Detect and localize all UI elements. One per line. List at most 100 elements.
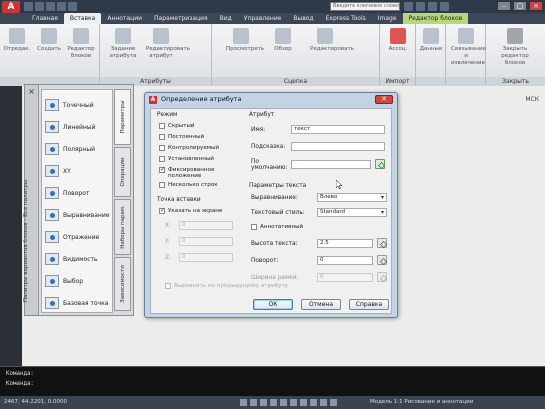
specify-on-screen-checkbox[interactable] [159,207,165,214]
lineweight-icon[interactable] [320,399,327,406]
ribbon-create-button[interactable]: Создать [34,28,64,53]
undo-icon[interactable] [57,2,66,11]
palette-item-rotation[interactable]: Поворот [45,184,113,202]
tag-input[interactable]: текст [291,125,385,134]
open-icon[interactable] [35,2,44,11]
associate-button[interactable]: Ассоц. [383,28,413,53]
ducs-icon[interactable] [300,399,307,406]
define-attribute-button[interactable]: Задание атрибута [108,28,138,60]
verify-checkbox[interactable] [159,145,165,151]
x-coordinate-input[interactable]: 0 [179,221,233,230]
boundary-width-input[interactable]: 0 [317,273,373,282]
palette-close-icon[interactable]: × [27,87,36,96]
lock-position-checkbox[interactable] [159,166,165,173]
wcs-label[interactable]: МСК [525,96,539,103]
z-coordinate-input[interactable]: 0 [179,253,233,262]
text-height-input[interactable]: 2.5 [317,239,373,248]
view-button[interactable]: Просмотреть [226,28,264,53]
close-block-editor-button[interactable]: Закрыть редактор блоков [500,28,530,67]
palette-item-xy[interactable]: XY [45,162,113,180]
workspace-status[interactable]: Модель 1:1 Рисование и аннотации [370,396,473,409]
constant-checkbox[interactable] [159,134,165,140]
align-below-checkbox[interactable] [165,283,171,289]
pick-rotation-button[interactable] [377,255,387,265]
help-icon[interactable] [440,2,449,11]
snap-icon[interactable] [240,399,247,406]
ribbon-block-editor-button[interactable]: Редактор блоков [66,28,96,60]
pick-boundary-button[interactable] [377,272,387,282]
polar-icon[interactable] [270,399,277,406]
dialog-close-button[interactable]: ✕ [375,95,393,104]
linking-button[interactable]: Связывание и извлечение [451,28,486,67]
cancel-button[interactable]: Отмена [301,299,341,310]
y-coordinate-input[interactable]: 0 [179,237,233,246]
command-prompt-line[interactable]: Команда: [6,381,34,387]
search-icon[interactable] [404,2,413,11]
palette-item-visibility[interactable]: Видимость [45,250,113,268]
attribute-definition-dialog: A Определение атрибута ✕ Режим Скрытый П… [144,92,398,318]
command-line[interactable]: Команда: Команда: [0,366,545,396]
redo-icon[interactable] [68,2,77,11]
save-icon[interactable] [46,2,55,11]
palette-item-lookup[interactable]: Выбор [45,272,113,290]
ok-button[interactable]: ОК [253,299,293,310]
maximize-button[interactable]: □ [513,1,527,11]
tab-home[interactable]: Главная [26,13,64,24]
new-icon[interactable] [24,2,33,11]
quick-properties-icon[interactable] [330,399,337,406]
hidden-checkbox[interactable] [159,123,165,129]
tab-block-editor[interactable]: Редактор блоков [402,13,469,24]
palette-item-linear[interactable]: Линейный [45,118,113,136]
help-button[interactable]: Справка [349,299,389,310]
palette-list: Точечный Линейный Полярный XY Поворот Вы… [41,89,113,313]
edit-reference-button[interactable]: Редактировать [310,28,354,53]
palette-title-strip[interactable]: × Палитры вариантов блоков - Все палитры [23,85,39,315]
minimize-button[interactable]: – [497,1,511,11]
palette-item-flip[interactable]: Отражение [45,228,113,246]
tab-insert[interactable]: Вставка [63,13,102,24]
multiple-lines-label: Несколько строк [168,182,218,188]
prompt-input[interactable] [291,142,385,151]
application-menu-button[interactable]: A [2,1,20,13]
status-bar: 2467, 44.2201, 0.0000 Модель 1:1 Рисован… [0,396,545,409]
annotative-checkbox[interactable] [251,224,257,230]
tab-annotate[interactable]: Аннотации [101,13,148,24]
tab-image[interactable]: Image [372,13,403,24]
favorites-icon[interactable] [428,2,437,11]
ribbon-edit-button[interactable]: Отредак. [2,28,32,53]
multiple-lines-checkbox[interactable] [159,182,165,188]
dialog-title-bar[interactable]: A Определение атрибута [145,93,397,106]
palette-item-alignment[interactable]: Выравнивание [45,206,113,224]
preset-checkbox[interactable] [159,156,165,162]
data-button[interactable]: Данные [416,28,446,53]
tab-manage[interactable]: Управление [238,13,288,24]
tab-express-tools[interactable]: Express Tools [320,13,372,24]
grid-icon[interactable] [250,399,257,406]
palette-tab-actions[interactable]: Операции [114,147,131,197]
default-input[interactable] [291,160,371,169]
osnap-icon[interactable] [280,399,287,406]
search-input[interactable]: Введите ключевое слово/фразу [330,2,400,11]
rotation-input[interactable]: 0 [317,256,373,265]
text-style-select[interactable]: Standard [317,208,387,217]
communication-center-icon[interactable] [416,2,425,11]
ortho-icon[interactable] [260,399,267,406]
browse-button[interactable]: Обзор [268,28,298,53]
palette-item-point[interactable]: Точечный [45,96,113,114]
palette-item-base-point[interactable]: Базовая точка [45,294,113,312]
tab-output[interactable]: Вывод [287,13,319,24]
otrack-icon[interactable] [290,399,297,406]
close-window-button[interactable]: × [529,1,543,11]
justification-select[interactable]: Влево [317,193,387,202]
dyn-icon[interactable] [310,399,317,406]
edit-attribute-button[interactable]: Редактировать атрибут [146,28,190,60]
tab-parametric[interactable]: Параметризация [148,13,214,24]
palette-tab-parameter-sets[interactable]: Наборы парам. [114,199,131,255]
tab-view[interactable]: Вид [214,13,238,24]
palette-tab-parameters[interactable]: Параметры [114,89,131,145]
palette-item-polar[interactable]: Полярный [45,140,113,158]
insert-field-button[interactable] [375,159,385,169]
palette-tab-constraints[interactable]: Зависимости [114,257,131,311]
panel-title-close: Закрыть [486,77,545,86]
pick-height-button[interactable] [377,238,387,248]
